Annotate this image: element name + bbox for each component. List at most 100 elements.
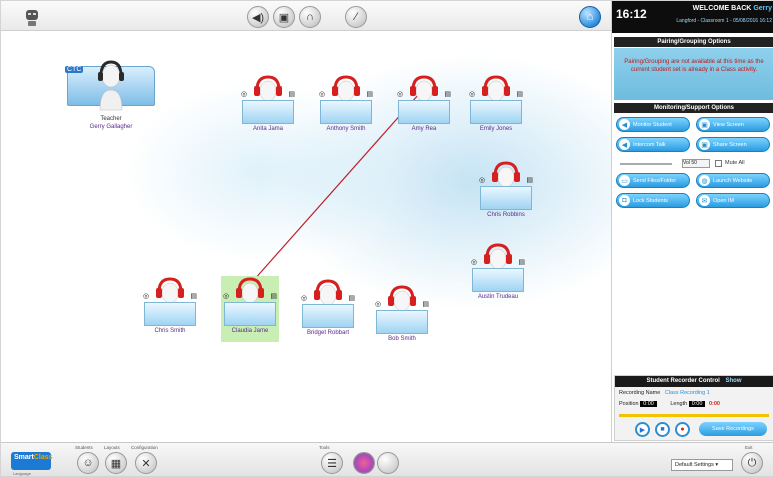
monitoring-button-label: Intercom Talk	[633, 141, 666, 148]
position-label: Position	[619, 401, 639, 407]
status-icon[interactable]: ▤	[526, 176, 533, 184]
student-station[interactable]: ◎ ▤ Claudia Jame	[221, 276, 279, 342]
student-screen	[480, 186, 532, 210]
smartclass-window: ◀) ▣ ∩ ⁄ ⌂ CTC Teacher Gerry Gallagher ◎…	[0, 0, 774, 477]
header-bar: 16:12 WELCOME BACK Gerry Langford - Clas…	[612, 1, 773, 33]
monitoring-button[interactable]: ▣ Share Screen	[696, 137, 770, 152]
student-station[interactable]: ◎ ▤ Austin Trudeau	[469, 242, 527, 308]
volume-slider[interactable]	[620, 163, 672, 165]
status-icon[interactable]: ▤	[518, 258, 525, 266]
mic-icon[interactable]: ◎	[375, 300, 381, 308]
student-name: Anthony Smith	[326, 126, 366, 132]
headset-icon[interactable]: ∩	[299, 6, 321, 28]
student-station[interactable]: ◎ ▤ Bob Smith	[373, 284, 431, 350]
color-palette-icon[interactable]	[353, 452, 375, 474]
list-icon[interactable]: ☰	[321, 452, 343, 474]
play-icon[interactable]: ▶	[635, 422, 650, 437]
mute-checkbox[interactable]	[715, 160, 722, 167]
monitoring-button[interactable]: ◍ Launch Website	[696, 173, 770, 188]
monitoring-button[interactable]: ▣ View Screen	[696, 117, 770, 132]
monitoring-button[interactable]: ◀ Intercom Talk	[616, 137, 690, 152]
settings-select[interactable]: Default Settings ▾	[671, 459, 733, 471]
tools-label: Tools	[319, 445, 330, 450]
status-icon[interactable]: ▤	[288, 90, 295, 98]
monitoring-button-label: Open IM	[713, 197, 735, 204]
student-station[interactable]: ◎ ▤ Chris Robbins	[477, 160, 535, 226]
teacher-label: Teacher	[100, 116, 122, 122]
student-name: Bridget Robbart	[306, 330, 350, 336]
status-icon[interactable]: ▤	[270, 292, 277, 300]
status-icon[interactable]: ▤	[190, 292, 197, 300]
student-station[interactable]: ◎ ▤ Chris Smith	[141, 276, 199, 342]
tools-icon[interactable]: ✕	[135, 452, 157, 474]
monitoring-button-label: Launch Website	[713, 177, 753, 184]
student-screen	[302, 304, 354, 328]
status-icon[interactable]: ▤	[366, 90, 373, 98]
student-station[interactable]: ◎ ▤ Bridget Robbart	[299, 278, 357, 344]
student-screen	[470, 100, 522, 124]
student-icon[interactable]: ☺	[77, 452, 99, 474]
monitor-icon: ▣	[699, 119, 710, 130]
status-icon[interactable]: ▤	[422, 300, 429, 308]
recorder-title: Student Recorder Control Show	[615, 376, 773, 387]
configuration-label: Configuration	[131, 445, 158, 450]
monitoring-button[interactable]: ◀ Monitor Student	[616, 117, 690, 132]
status-icon[interactable]: ▤	[444, 90, 451, 98]
student-station[interactable]: ◎ ▤ Amy Rea	[395, 74, 453, 140]
folder-icon: ▭	[619, 175, 630, 186]
student-screen	[144, 302, 196, 326]
student-screen	[472, 268, 524, 292]
mic-icon[interactable]: ◎	[143, 292, 149, 300]
status-icon[interactable]: ▤	[516, 90, 523, 98]
recording-progress[interactable]	[619, 414, 769, 417]
save-recordings-button[interactable]: Save Recordings	[699, 422, 767, 436]
home-icon[interactable]: ⌂	[579, 6, 601, 28]
student-name: Austin Trudeau	[477, 294, 519, 300]
classroom-canvas: CTC Teacher Gerry Gallagher ◎ ▤ Anita Jama…	[1, 32, 611, 442]
wand-icon[interactable]: ⁄	[345, 6, 367, 28]
logo-accent: Class	[33, 454, 53, 461]
mic-icon[interactable]: ◎	[397, 90, 403, 98]
clock: 16:12	[616, 7, 647, 21]
eraser-icon[interactable]	[377, 452, 399, 474]
monitoring-button[interactable]: ◘ Lock Students	[616, 193, 690, 208]
logo-subtitle: Language	[13, 471, 31, 476]
student-station[interactable]: ◎ ▤ Emily Jones	[467, 74, 525, 140]
volume-row: Vol 50 Mute All	[620, 159, 770, 169]
volume-select[interactable]: Vol 50	[682, 159, 710, 168]
student-screen	[242, 100, 294, 124]
speaker-icon: ◀	[619, 119, 630, 130]
mic-icon[interactable]: ◎	[471, 258, 477, 266]
monitor-icon[interactable]: ▣	[273, 6, 295, 28]
monitoring-button-label: Lock Students	[633, 197, 668, 204]
lock-icon: ◘	[619, 195, 630, 206]
mic-icon[interactable]: ◎	[479, 176, 485, 184]
student-name: Claudia Jame	[231, 328, 269, 334]
status-icon[interactable]: ▤	[348, 294, 355, 302]
grid-icon[interactable]: ▦	[105, 452, 127, 474]
student-station[interactable]: ◎ ▤ Anthony Smith	[317, 74, 375, 140]
mic-icon[interactable]: ◎	[301, 294, 307, 302]
student-station[interactable]: ◎ ▤ Anita Jama	[239, 74, 297, 140]
student-screen	[398, 100, 450, 124]
student-name: Emily Jones	[479, 126, 513, 132]
robot-icon[interactable]	[23, 7, 41, 27]
stop-icon[interactable]: ■	[655, 422, 670, 437]
monitoring-button-label: Share Screen	[713, 141, 747, 148]
record-icon[interactable]: ●	[675, 422, 690, 437]
recording-name-input[interactable]: Class Recording 1	[665, 390, 710, 396]
mic-icon[interactable]: ◎	[319, 90, 325, 98]
teacher-station[interactable]: CTC Teacher Gerry Gallagher	[61, 60, 161, 140]
recording-time-row: Position 0:00 Length 0:00 0:00	[619, 401, 769, 407]
teacher-name: Gerry Gallagher	[89, 124, 133, 130]
mic-icon[interactable]: ◎	[223, 292, 229, 300]
monitoring-button-label: Send Files/Folder	[633, 177, 677, 184]
mic-icon[interactable]: ◎	[241, 90, 247, 98]
power-icon[interactable]: ⏻	[741, 452, 763, 474]
mic-icon[interactable]: ◎	[469, 90, 475, 98]
speaker-icon[interactable]: ◀)	[247, 6, 269, 28]
monitoring-button[interactable]: ▭ Send Files/Folder	[616, 173, 690, 188]
monitoring-button[interactable]: ✉ Open IM	[696, 193, 770, 208]
recorder-toggle[interactable]: Show	[726, 378, 742, 384]
student-screen	[320, 100, 372, 124]
